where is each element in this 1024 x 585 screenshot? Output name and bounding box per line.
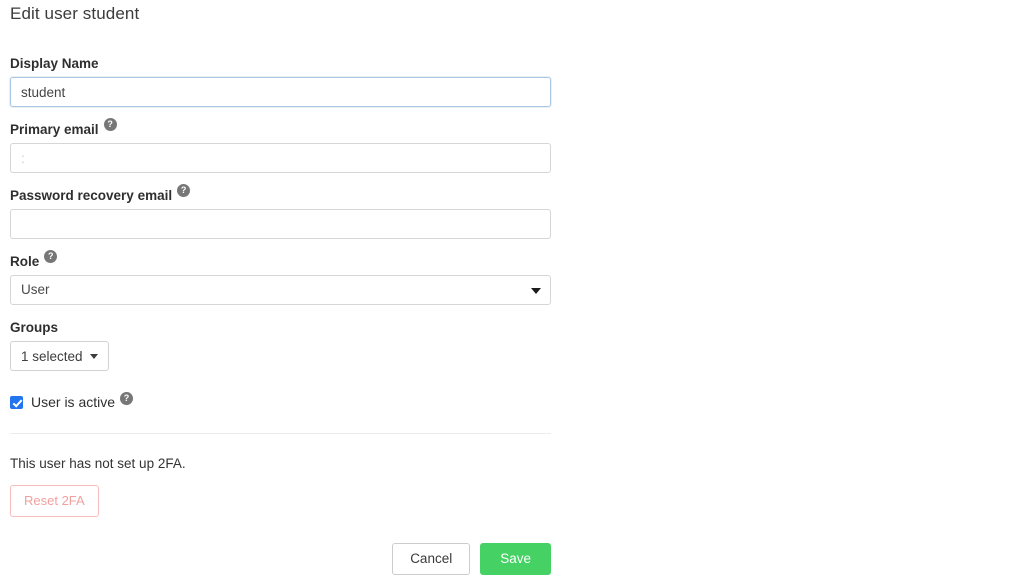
display-name-input[interactable]: [10, 77, 551, 107]
save-button[interactable]: Save: [480, 543, 551, 575]
display-name-label-text: Display Name: [10, 56, 99, 71]
chevron-down-icon: [89, 353, 98, 359]
password-recovery-email-label: Password recovery email ?: [10, 184, 551, 205]
help-circle-icon[interactable]: ?: [120, 392, 134, 405]
role-label: Role ?: [10, 250, 551, 271]
field-primary-email: Primary email ?: [10, 118, 551, 173]
groups-selected-count: 1 selected: [21, 348, 83, 364]
groups-label-text: Groups: [10, 320, 59, 335]
field-groups: Groups 1 selected: [10, 319, 551, 371]
role-label-text: Role: [10, 254, 40, 269]
display-name-label: Display Name: [10, 55, 551, 73]
field-display-name: Display Name: [10, 55, 551, 107]
primary-email-label-text: Primary email: [10, 122, 99, 137]
field-password-recovery-email: Password recovery email ?: [10, 184, 551, 239]
form-actions: Cancel Save: [10, 543, 551, 575]
help-circle-icon[interactable]: ?: [177, 184, 191, 197]
primary-email-input[interactable]: [10, 143, 551, 173]
groups-label: Groups: [10, 319, 551, 337]
user-is-active-row: User is active ?: [10, 392, 551, 412]
groups-multiselect-button[interactable]: 1 selected: [10, 341, 109, 371]
user-is-active-label: User is active: [31, 394, 116, 410]
password-recovery-email-input[interactable]: [10, 209, 551, 239]
field-role: Role ? User: [10, 250, 551, 305]
help-circle-icon[interactable]: ?: [44, 250, 58, 263]
password-recovery-email-label-text: Password recovery email: [10, 188, 173, 203]
twofa-status-text: This user has not set up 2FA.: [10, 456, 186, 471]
help-circle-icon[interactable]: ?: [103, 118, 117, 131]
cancel-button[interactable]: Cancel: [392, 543, 471, 575]
role-select-wrap: User: [10, 275, 551, 305]
page-title: Edit user student: [10, 4, 140, 23]
reset-2fa-button[interactable]: Reset 2FA: [10, 485, 99, 517]
edit-user-form: Display Name Primary email ? Password re…: [10, 55, 551, 517]
section-divider: [10, 433, 551, 434]
edit-user-page: Edit user student Display Name Primary e…: [0, 0, 1024, 585]
user-is-active-checkbox[interactable]: [10, 396, 23, 409]
primary-email-label: Primary email ?: [10, 118, 551, 139]
role-select[interactable]: User: [10, 275, 551, 305]
